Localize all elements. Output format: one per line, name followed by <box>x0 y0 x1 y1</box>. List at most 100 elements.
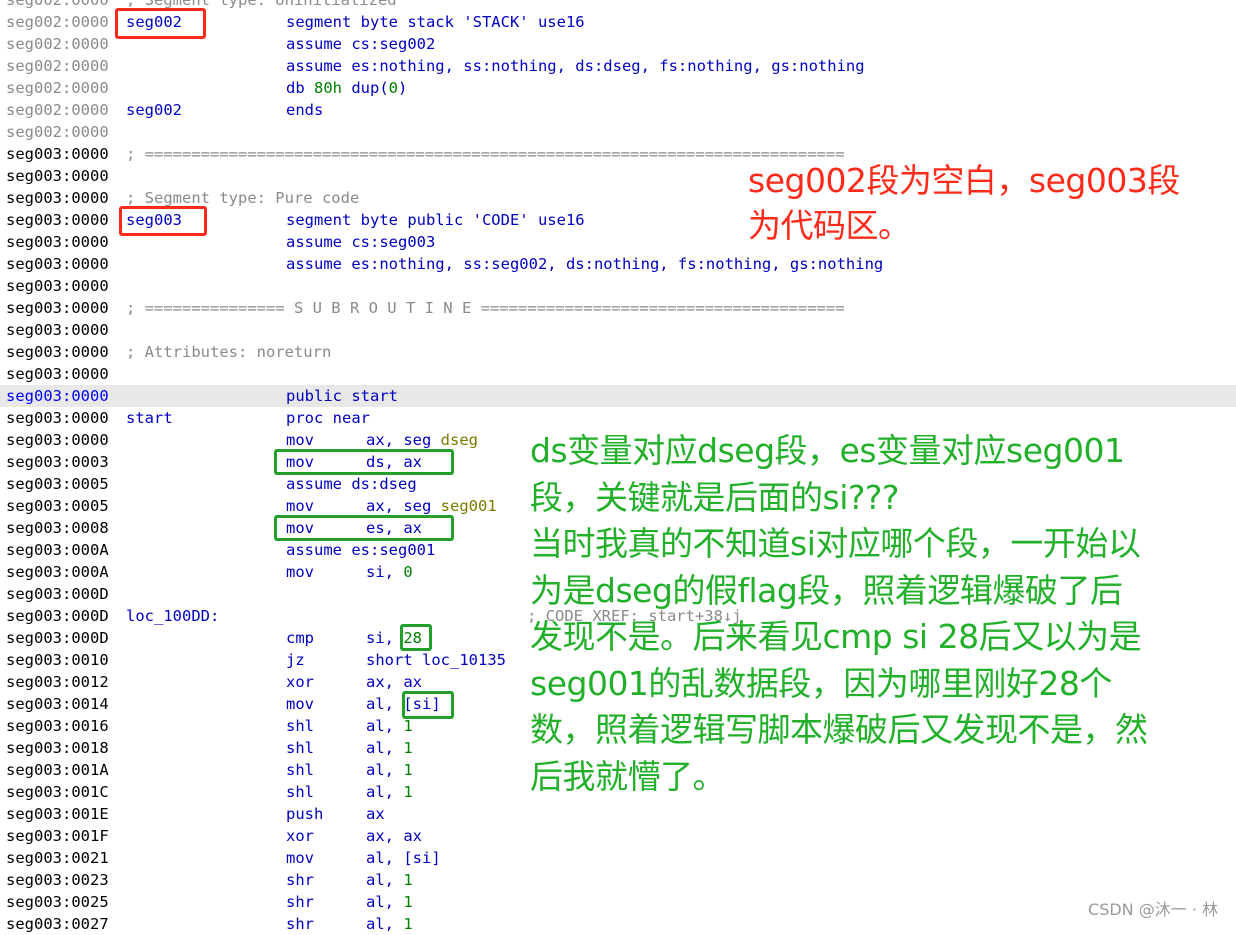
line-address: seg003:001A <box>6 761 109 779</box>
operand-text: short loc_10135 <box>366 651 506 669</box>
mnemonic-text: proc near <box>286 409 370 427</box>
code-line[interactable]: seg003:0000 assume es:nothing, ss:seg002,… <box>0 253 1236 275</box>
mnemonic-text: assume es:seg001 <box>286 541 436 559</box>
line-mnemonic: assume es:nothing, ss:nothing, ds:dseg, … <box>286 55 865 77</box>
mnemonic-text: db <box>286 79 314 97</box>
line-comment: ; =============== S U B R O U T I N E ==… <box>126 299 845 317</box>
code-line[interactable]: seg003:0025 shr al, 1 <box>0 891 1236 913</box>
mnemonic-text: assume ds:dseg <box>286 475 417 493</box>
immediate-value: 1 <box>403 783 413 801</box>
immediate-value: 0 <box>403 563 413 581</box>
line-mnemonic: xor <box>286 825 314 847</box>
mnemonic-text: mov <box>286 431 314 449</box>
operand-text: al, [si] <box>366 849 441 867</box>
code-line[interactable]: seg003:0021 mov al, [si] <box>0 847 1236 869</box>
highlight-box-mov-es-ax <box>274 515 454 541</box>
line-comment: ; ======================================… <box>126 145 845 163</box>
immediate-value: 1 <box>403 915 413 933</box>
line-address: seg003:0000 <box>6 189 109 207</box>
line-address: seg002:0000 <box>6 13 109 31</box>
line-mnemonic: shl <box>286 759 314 781</box>
code-line[interactable]: seg003:0000 start proc near <box>0 407 1236 429</box>
line-mnemonic: assume cs:seg003 <box>286 231 435 253</box>
code-line[interactable]: seg003:001E push ax <box>0 803 1236 825</box>
mnemonic-text: assume es:nothing, ss:nothing, ds:dseg, … <box>286 57 865 75</box>
mnemonic-text: assume es:nothing, ss:seg002, ds:nothing… <box>286 255 884 273</box>
code-line[interactable]: seg003:0000 ; =============== S U B R O U… <box>0 297 1236 319</box>
line-mnemonic: shr <box>286 869 314 891</box>
code-line[interactable]: seg003:0000 <box>0 363 1236 385</box>
code-line[interactable]: seg002:0000 <box>0 121 1236 143</box>
operand-text: al, <box>366 893 404 911</box>
line-address: seg003:0014 <box>6 695 109 713</box>
code-line[interactable]: seg003:0027 shr al, 1 <box>0 913 1236 935</box>
operand-text: ) <box>398 79 408 97</box>
line-address: seg003:0000 <box>6 409 109 427</box>
line-address: seg002:0000 <box>6 79 109 97</box>
line-address: seg003:0016 <box>6 717 109 735</box>
line-mnemonic: ends <box>286 99 323 121</box>
line-address: seg003:0003 <box>6 453 109 471</box>
code-line[interactable]: seg003:0000 public start <box>0 385 1236 407</box>
operand-text: ax, ax <box>366 827 422 845</box>
line-label[interactable]: loc_100DD: <box>126 605 219 627</box>
line-operands: ax, ax <box>366 671 422 693</box>
line-address: seg003:001E <box>6 805 109 823</box>
line-mnemonic: shr <box>286 913 314 935</box>
line-mnemonic: mov <box>286 495 314 517</box>
annotation-green: ds变量对应dseg段，es变量对应seg001 段，关键就是后面的si??? … <box>530 431 1148 796</box>
immediate-value: 1 <box>403 871 413 889</box>
line-mnemonic: shl <box>286 715 314 737</box>
line-label[interactable]: start <box>126 407 173 429</box>
line-mnemonic: xor <box>286 671 314 693</box>
code-line[interactable]: seg003:001F xor ax, ax <box>0 825 1236 847</box>
immediate-value: 1 <box>403 761 413 779</box>
operand-text: al, <box>366 783 404 801</box>
line-operands: al, 1 <box>366 869 413 891</box>
line-mnemonic: segment byte stack 'STACK' use16 <box>286 11 585 33</box>
mnemonic-text: shl <box>286 739 314 757</box>
mnemonic-text: shr <box>286 915 314 933</box>
line-operands: si, 0 <box>366 561 413 583</box>
line-mnemonic: push <box>286 803 323 825</box>
mnemonic-text: shl <box>286 761 314 779</box>
code-line[interactable]: seg002:0000 db 80h dup(0) <box>0 77 1236 99</box>
line-address: seg003:000D <box>6 629 109 647</box>
line-address: seg002:0000 <box>6 101 109 119</box>
line-label[interactable]: seg002 <box>126 99 182 121</box>
operand-text: al, <box>366 739 404 757</box>
mnemonic-text: cmp <box>286 629 314 647</box>
line-address: seg003:0000 <box>6 167 109 185</box>
line-mnemonic: public start <box>286 385 398 407</box>
highlight-box-cmp-28 <box>400 624 432 651</box>
line-operands: ax <box>366 803 385 825</box>
code-line[interactable]: seg003:0000 <box>0 275 1236 297</box>
operand-text: ax, ax <box>366 673 422 691</box>
line-address: seg003:0000 <box>6 277 109 295</box>
operand-text: ax, seg <box>366 497 441 515</box>
line-address: seg003:0005 <box>6 475 109 493</box>
annotation-red: seg002段为空白，seg003段 为代码区。 <box>748 161 1180 245</box>
operand-text: al, <box>366 871 404 889</box>
line-address: seg003:000D <box>6 607 109 625</box>
code-line[interactable]: seg002:0000 assume es:nothing, ss:nothing… <box>0 55 1236 77</box>
code-line[interactable]: seg003:0000 <box>0 319 1236 341</box>
line-address: seg003:0018 <box>6 739 109 757</box>
line-address: seg003:001F <box>6 827 109 845</box>
mnemonic-text: ends <box>286 101 324 119</box>
immediate-value: 80h <box>314 79 342 97</box>
line-address: seg003:0012 <box>6 673 109 691</box>
mnemonic-text: assume cs:seg002 <box>286 35 436 53</box>
mnemonic-text: shl <box>286 717 314 735</box>
mnemonic-text: mov <box>286 563 314 581</box>
line-mnemonic: shr <box>286 891 314 913</box>
code-line[interactable]: seg002:0000 seg002 ends <box>0 99 1236 121</box>
line-address: seg003:0023 <box>6 871 109 889</box>
line-mnemonic: assume es:nothing, ss:seg002, ds:nothing… <box>286 253 883 275</box>
line-address: seg003:0000 <box>6 145 109 163</box>
line-operands: al, 1 <box>366 891 413 913</box>
code-line[interactable]: seg003:0023 shr al, 1 <box>0 869 1236 891</box>
code-line[interactable]: seg003:0000 ; Attributes: noreturn <box>0 341 1236 363</box>
line-comment: ; Attributes: noreturn <box>126 343 332 361</box>
line-mnemonic: proc near <box>286 407 370 429</box>
